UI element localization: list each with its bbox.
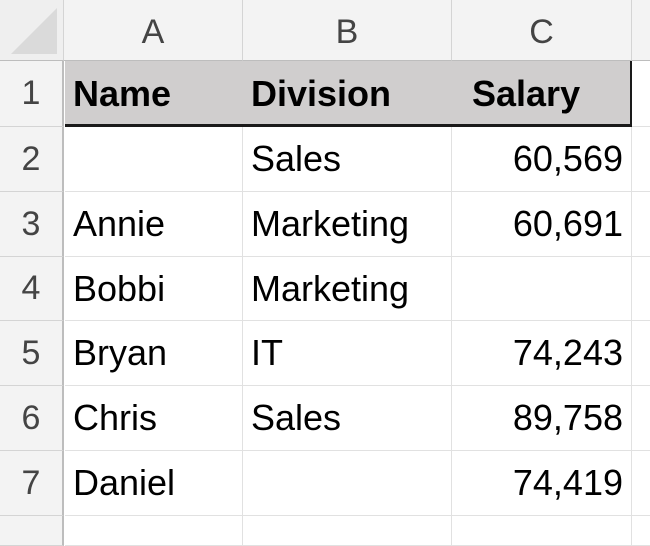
cell-a8[interactable] (65, 516, 243, 546)
cell-c2[interactable]: 60,569 (452, 127, 632, 192)
cell-a1[interactable]: Name (65, 61, 243, 127)
column-header-b[interactable]: B (243, 0, 452, 61)
select-all-triangle-icon (11, 8, 57, 54)
cell-b4[interactable]: Marketing (243, 257, 452, 321)
spreadsheet-grid: A B C 1 2 3 4 5 6 7 Name Division Salary… (0, 0, 650, 546)
row-header-4[interactable]: 4 (0, 257, 64, 321)
cell-c5[interactable]: 74,243 (452, 321, 632, 386)
cell-d3[interactable] (632, 192, 650, 257)
row-header-3[interactable]: 3 (0, 192, 64, 257)
cell-c6[interactable]: 89,758 (452, 386, 632, 451)
cell-b2[interactable]: Sales (243, 127, 452, 192)
row-header-7[interactable]: 7 (0, 451, 64, 516)
row-header-2[interactable]: 2 (0, 127, 64, 192)
cell-b7[interactable] (243, 451, 452, 516)
cell-c1[interactable]: Salary (452, 61, 632, 127)
cell-c8[interactable] (452, 516, 632, 546)
cell-d1[interactable] (632, 61, 650, 127)
cell-a7[interactable]: Daniel (65, 451, 243, 516)
cell-a4[interactable]: Bobbi (65, 257, 243, 321)
row-header-1[interactable]: 1 (0, 61, 64, 127)
cell-d6[interactable] (632, 386, 650, 451)
cell-b8[interactable] (243, 516, 452, 546)
column-header-d[interactable] (632, 0, 650, 61)
column-header-a[interactable]: A (64, 0, 243, 61)
cell-a6[interactable]: Chris (65, 386, 243, 451)
select-all-button[interactable] (0, 0, 64, 61)
cell-c4[interactable] (452, 257, 632, 321)
cell-c7[interactable]: 74,419 (452, 451, 632, 516)
cell-b3[interactable]: Marketing (243, 192, 452, 257)
cell-d8[interactable] (632, 516, 650, 546)
cell-d2[interactable] (632, 127, 650, 192)
cell-d7[interactable] (632, 451, 650, 516)
cell-d4[interactable] (632, 257, 650, 321)
cell-b5[interactable]: IT (243, 321, 452, 386)
column-header-c[interactable]: C (452, 0, 632, 61)
row-header-8[interactable] (0, 516, 64, 546)
cell-b1[interactable]: Division (243, 61, 452, 127)
cell-c3[interactable]: 60,691 (452, 192, 632, 257)
row-header-6[interactable]: 6 (0, 386, 64, 451)
cell-a2[interactable] (65, 127, 243, 192)
cell-a3[interactable]: Annie (65, 192, 243, 257)
cell-a5[interactable]: Bryan (65, 321, 243, 386)
row-header-5[interactable]: 5 (0, 321, 64, 386)
cell-b6[interactable]: Sales (243, 386, 452, 451)
cell-d5[interactable] (632, 321, 650, 386)
